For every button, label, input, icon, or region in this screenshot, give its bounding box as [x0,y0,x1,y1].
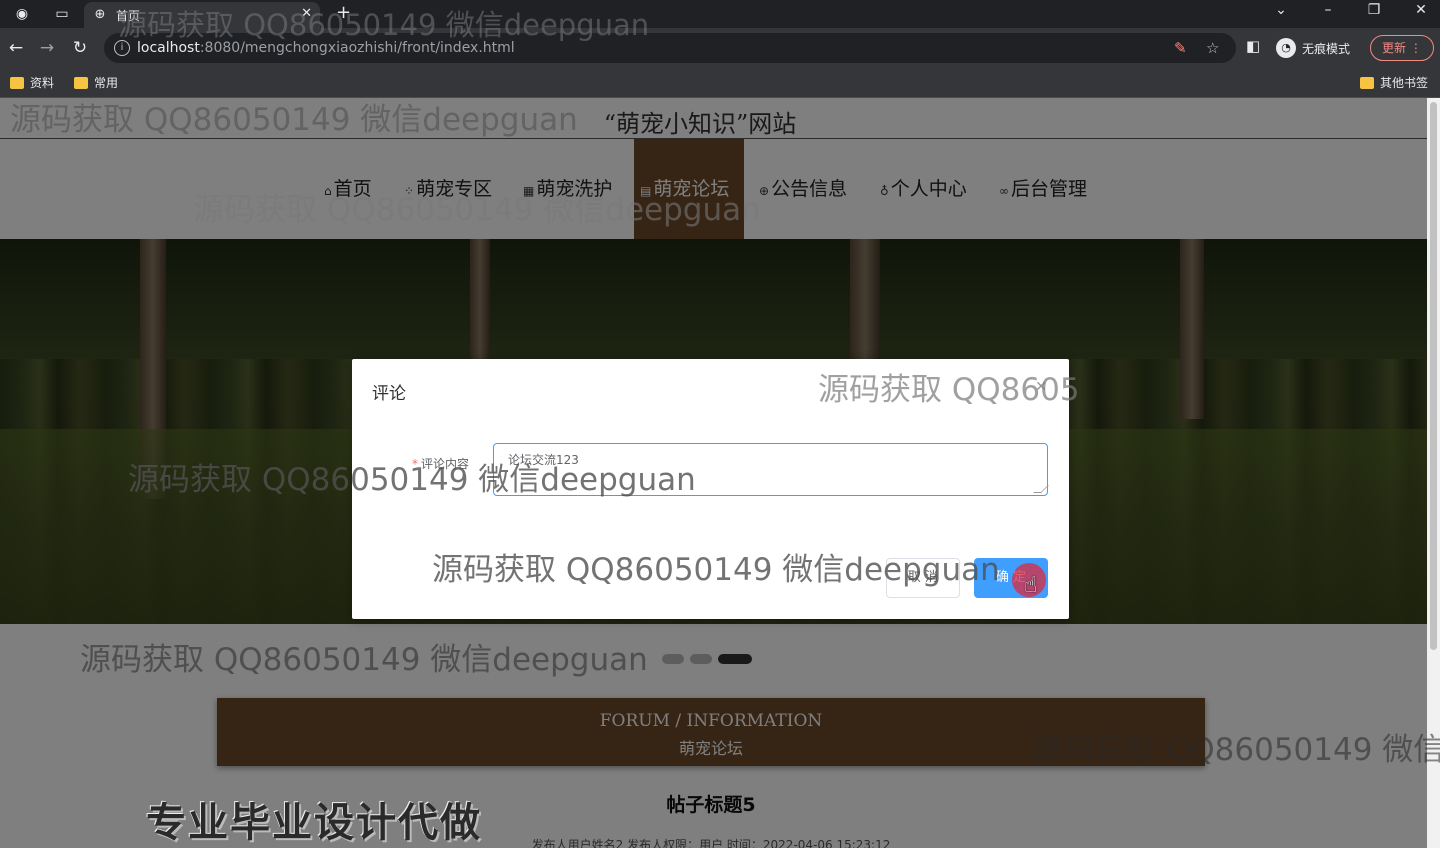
maximize-button[interactable]: ❐ [1359,2,1389,18]
cancel-button[interactable]: 取 消 [886,558,960,598]
folder-icon [74,76,88,89]
globe-icon: ⊕ [94,7,106,22]
star-icon[interactable]: ☆ [1206,39,1219,57]
forward-button[interactable]: → [36,37,58,59]
info-icon[interactable]: i [114,40,130,56]
comment-textarea[interactable]: 论坛交流123 [493,443,1049,496]
new-tab-button[interactable]: + [336,2,351,23]
close-icon[interactable]: ✕ [1035,379,1047,395]
reload-button[interactable]: ↻ [69,37,91,59]
browser-tab[interactable]: ⊕ 首页 ✕ [84,2,320,28]
comment-text: 论坛交流123 [508,453,579,467]
bookmark-folder-changyong[interactable]: 常用 [74,74,118,91]
dialog-title: 评论 [372,384,406,404]
page-scrollbar[interactable] [1427,98,1440,848]
back-button[interactable]: ← [5,37,27,59]
hand-cursor-icon: ☝ [1024,573,1038,598]
incognito-indicator[interactable]: ◔ 无痕模式 [1276,35,1350,61]
minimize-button[interactable]: – [1313,2,1343,18]
incognito-icon: ◔ [1276,38,1296,58]
tab-search-icon[interactable]: ▭ [52,4,72,24]
tab-title: 首页 [116,9,141,23]
scroll-thumb[interactable] [1430,102,1437,650]
close-icon[interactable]: ✕ [301,6,312,21]
url-text: localhost:8080/mengchongxiaozhishi/front… [137,40,515,56]
bookmarks-bar: 资料 常用 其他书签 [0,68,1440,98]
browser-tab-bar: ◉ ▭ ⊕ 首页 ✕ + ⌄ – ❐ ✕ [0,0,1440,28]
chevron-down-icon[interactable]: ⌄ [1266,2,1296,18]
resize-grip-icon[interactable] [1033,485,1049,493]
folder-icon [1360,76,1374,89]
update-button[interactable]: 更新 ⋮ [1370,35,1434,61]
address-bar[interactable]: i localhost:8080/mengchongxiaozhishi/fro… [104,33,1236,63]
browser-profile-icon[interactable]: ◉ [12,4,32,24]
window-close-button[interactable]: ✕ [1406,2,1436,18]
other-bookmarks[interactable]: 其他书签 [1360,74,1428,91]
comment-field-label: * 评论内容 [412,457,470,471]
folder-icon [10,76,24,89]
comment-dialog: 评论 ✕ * 评论内容 论坛交流123 取 消 确 定 ☝ [352,359,1069,619]
translate-blocked-icon[interactable]: ✎ [1174,39,1187,57]
bookmark-folder-ziliao[interactable]: 资料 [10,74,54,91]
promo-watermark: 专业毕业设计代做 [146,800,482,846]
incognito-label: 无痕模式 [1302,41,1351,56]
side-panel-icon[interactable]: ◧ [1246,37,1260,55]
browser-toolbar: ← → ↻ i localhost:8080/mengchongxiaozhis… [0,28,1440,68]
